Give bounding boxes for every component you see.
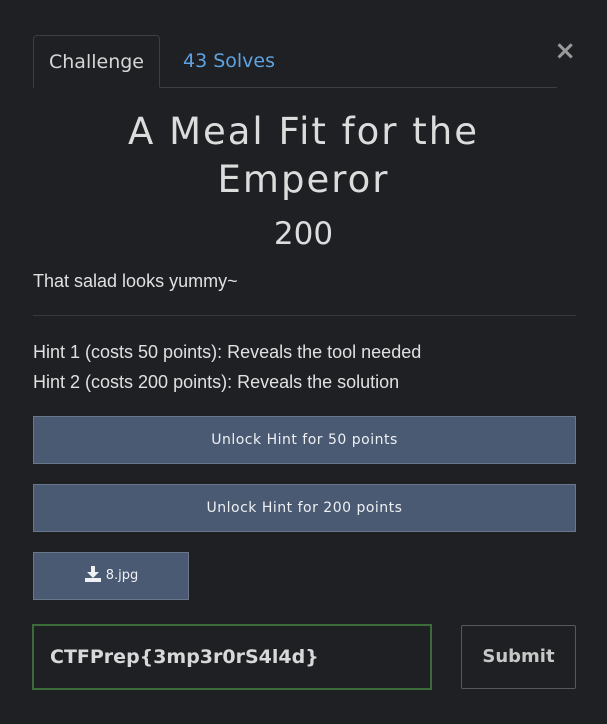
hint-2-text: Hint 2 (costs 200 points): Reveals the s… bbox=[33, 372, 400, 392]
challenge-title-line1: A Meal Fit for the bbox=[128, 110, 479, 153]
file-download-button[interactable]: 8.jpg bbox=[33, 552, 189, 600]
challenge-description: That salad looks yummy~ bbox=[33, 271, 238, 291]
flag-input[interactable] bbox=[32, 624, 432, 690]
challenge-title: A Meal Fit for the Emperor bbox=[0, 108, 607, 204]
unlock-hint-1-button[interactable]: Unlock Hint for 50 points bbox=[33, 416, 576, 464]
challenge-title-line2: Emperor bbox=[217, 158, 390, 201]
file-name: 8.jpg bbox=[105, 568, 139, 583]
challenge-value: 200 bbox=[273, 216, 334, 252]
unlock-hint-2-button[interactable]: Unlock Hint for 200 points bbox=[33, 484, 576, 532]
challenge-modal: Challenge 43 Solves × A Meal Fit for the… bbox=[0, 0, 607, 724]
tab-solves[interactable]: 43 Solves bbox=[183, 35, 275, 87]
divider bbox=[33, 315, 576, 316]
submit-button[interactable]: Submit bbox=[461, 625, 576, 689]
hint-1-text: Hint 1 (costs 50 points): Reveals the to… bbox=[33, 342, 422, 362]
download-icon bbox=[84, 566, 101, 582]
close-icon[interactable]: × bbox=[554, 38, 576, 64]
tab-challenge[interactable]: Challenge bbox=[33, 35, 160, 88]
challenge-tabs: Challenge 43 Solves bbox=[33, 35, 557, 88]
